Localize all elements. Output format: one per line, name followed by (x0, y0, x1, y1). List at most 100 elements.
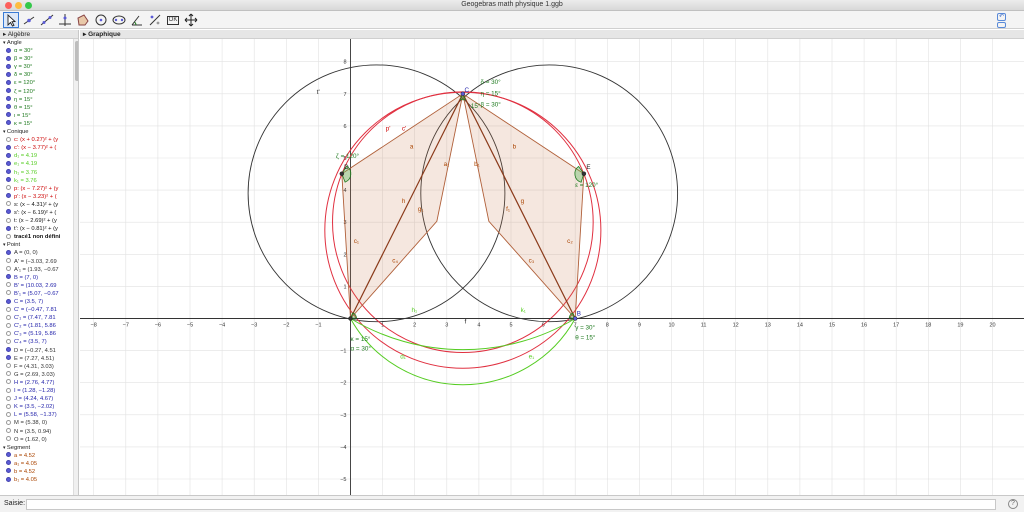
undo-icon[interactable]: ↶ (997, 13, 1006, 21)
visibility-toggle-icon[interactable] (6, 120, 11, 126)
algebra-item[interactable]: C'₃ = (5.19, 5.86 (0, 330, 72, 338)
tool-line[interactable] (39, 12, 55, 28)
algebra-item[interactable]: d₁ = 4.19 (0, 152, 72, 160)
algebra-item[interactable]: K = (3.5, −2.02) (0, 403, 72, 411)
algebra-item[interactable]: M = (5.38, 0) (0, 419, 72, 427)
visibility-toggle-icon[interactable] (6, 88, 11, 94)
visibility-toggle-icon[interactable] (6, 338, 11, 344)
point-E[interactable] (581, 171, 587, 176)
visibility-toggle-icon[interactable] (6, 177, 11, 183)
visibility-toggle-icon[interactable] (6, 47, 11, 53)
algebra-item[interactable]: J = (4.24, 4.67) (0, 395, 72, 403)
visibility-toggle-icon[interactable] (6, 290, 11, 296)
algebra-scroll-thumb[interactable] (74, 41, 78, 81)
algebra-item[interactable]: h₁ = 3.76 (0, 169, 72, 177)
input-field[interactable] (26, 499, 996, 510)
visibility-toggle-icon[interactable] (6, 330, 11, 336)
tool-perpendicular[interactable] (57, 12, 73, 28)
visibility-toggle-icon[interactable] (6, 144, 11, 150)
algebra-item[interactable]: b = 4.52 (0, 468, 72, 476)
algebra-item[interactable]: N = (3.5, 0.94) (0, 428, 72, 436)
algebra-group-header[interactable]: Segment (0, 444, 72, 452)
algebra-item[interactable]: G = (2.69, 3.03) (0, 371, 72, 379)
algebra-item[interactable]: δ = 30° (0, 71, 72, 79)
visibility-toggle-icon[interactable] (6, 136, 11, 142)
algebra-item[interactable]: t: (x − 2.69)² + (y (0, 217, 72, 225)
algebra-item[interactable]: C'₁ = (7.47, 7.81 (0, 314, 72, 322)
visibility-toggle-icon[interactable] (6, 476, 11, 482)
visibility-toggle-icon[interactable] (6, 225, 11, 231)
visibility-toggle-icon[interactable] (6, 371, 11, 377)
visibility-toggle-icon[interactable] (6, 169, 11, 174)
tool-move-view[interactable] (183, 12, 199, 28)
algebra-item[interactable]: a = 4.52 (0, 452, 72, 460)
visibility-toggle-icon[interactable] (6, 403, 11, 409)
algebra-item[interactable]: p': (x − 3.23)² + ( (0, 193, 72, 201)
algebra-item[interactable]: β = 30° (0, 55, 72, 63)
visibility-toggle-icon[interactable] (6, 217, 11, 223)
visibility-toggle-icon[interactable] (6, 298, 11, 304)
point-D[interactable] (339, 171, 345, 176)
visibility-toggle-icon[interactable] (6, 152, 11, 158)
tool-circle[interactable] (93, 12, 109, 28)
visibility-toggle-icon[interactable] (6, 428, 11, 433)
algebra-item[interactable]: α = 30° (0, 47, 72, 55)
algebra-item[interactable]: B = (7, 0) (0, 274, 72, 282)
algebra-item[interactable]: A' = (−3.03, 2.69 (0, 258, 72, 266)
algebra-item[interactable]: ζ = 120° (0, 88, 72, 96)
algebra-item[interactable]: A'₁ = (1.93, −0.67 (0, 266, 72, 274)
point-A[interactable] (348, 316, 353, 321)
tool-conic[interactable] (111, 12, 127, 28)
algebra-item[interactable]: D = (−0.27, 4.51 (0, 347, 72, 355)
polygon-right[interactable] (462, 92, 585, 320)
algebra-item[interactable]: C'₂ = (1.81, 5.86 (0, 322, 72, 330)
tool-reflect[interactable] (147, 12, 163, 28)
visibility-toggle-icon[interactable] (6, 347, 11, 353)
graphics-view-header[interactable]: ▸ Graphique (80, 30, 1024, 39)
algebra-group-header[interactable]: Conique (0, 128, 72, 136)
algebra-item[interactable]: c': (x − 3.77)² + ( (0, 144, 72, 152)
visibility-toggle-icon[interactable] (6, 419, 11, 425)
algebra-item[interactable]: E = (7.27, 4.51) (0, 355, 72, 363)
algebra-item[interactable]: p: (x − 7.27)² + (y (0, 185, 72, 193)
visibility-toggle-icon[interactable] (6, 71, 11, 77)
algebra-item[interactable]: B' = (10.03, 2.69 (0, 282, 72, 290)
visibility-toggle-icon[interactable] (6, 436, 11, 442)
tool-slider[interactable]: OK (165, 12, 181, 28)
algebra-group-header[interactable]: Angle (0, 39, 72, 47)
algebra-item[interactable]: C' = (−0.47, 7.81 (0, 306, 72, 314)
visibility-toggle-icon[interactable] (6, 460, 11, 466)
algebra-item[interactable]: γ = 30° (0, 63, 72, 71)
algebra-item[interactable]: t': (x − 0.81)² + (y (0, 225, 72, 233)
algebra-view-header[interactable]: ▸ Algèbre (0, 30, 78, 39)
algebra-item[interactable]: ι = 15° (0, 112, 72, 120)
visibility-toggle-icon[interactable] (6, 379, 11, 385)
visibility-toggle-icon[interactable] (6, 63, 11, 69)
visibility-toggle-icon[interactable] (6, 55, 11, 61)
visibility-toggle-icon[interactable] (6, 160, 11, 166)
visibility-toggle-icon[interactable] (6, 395, 11, 401)
visibility-toggle-icon[interactable] (6, 468, 11, 474)
visibility-toggle-icon[interactable] (6, 104, 11, 110)
algebra-item[interactable]: L = (5.58, −1.37) (0, 411, 72, 419)
visibility-toggle-icon[interactable] (6, 266, 11, 272)
visibility-toggle-icon[interactable] (6, 363, 11, 369)
algebra-item[interactable]: s': (x − 6.19)² + ( (0, 209, 72, 217)
algebra-scrollbar[interactable] (73, 39, 78, 495)
visibility-toggle-icon[interactable] (6, 452, 11, 458)
algebra-item[interactable]: c: (x + 0.27)² + (y (0, 136, 72, 144)
algebra-item[interactable]: I = (1.28, −1.28) (0, 387, 72, 395)
visibility-toggle-icon[interactable] (6, 209, 11, 215)
visibility-toggle-icon[interactable] (6, 387, 11, 393)
visibility-toggle-icon[interactable] (6, 355, 11, 361)
tool-point[interactable] (21, 12, 37, 28)
visibility-toggle-icon[interactable] (6, 185, 11, 191)
algebra-item[interactable]: O = (1.62, 0) (0, 436, 72, 444)
visibility-toggle-icon[interactable] (6, 96, 11, 102)
visibility-toggle-icon[interactable] (6, 322, 11, 328)
algebra-item[interactable]: θ = 15° (0, 104, 72, 112)
algebra-item[interactable]: a₁ = 4.05 (0, 460, 72, 468)
visibility-toggle-icon[interactable] (6, 233, 11, 239)
visibility-toggle-icon[interactable] (6, 314, 11, 320)
algebra-item[interactable]: B'₁ = (5.07, −0.67 (0, 290, 72, 298)
